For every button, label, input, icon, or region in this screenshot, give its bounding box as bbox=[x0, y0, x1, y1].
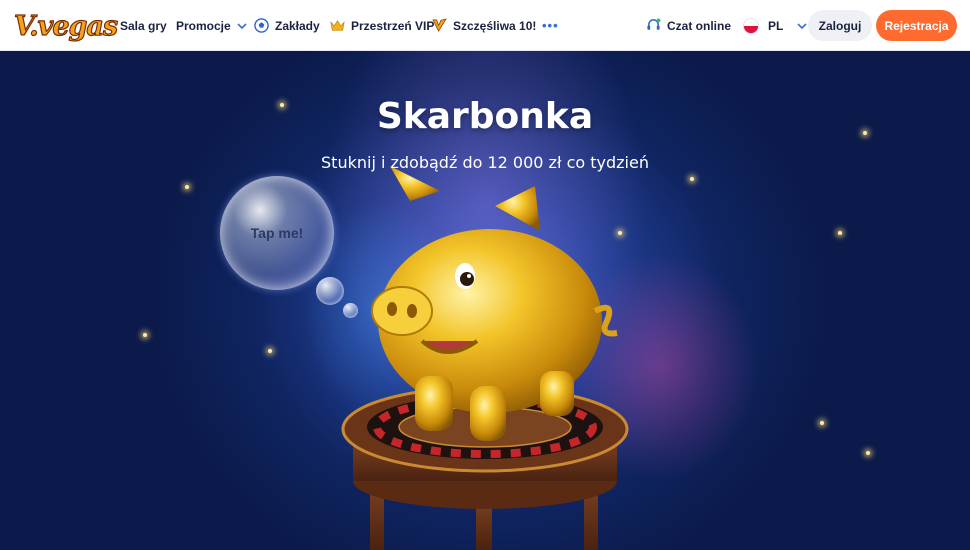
soccer-ball-icon bbox=[254, 18, 269, 33]
top-header: V.vegas Sala gry Promocje Zakłady Przest… bbox=[0, 0, 970, 51]
nav-sala-gry-label: Sala gry bbox=[120, 18, 167, 33]
nav-sala-gry[interactable]: Sala gry bbox=[120, 0, 167, 51]
language-selector[interactable]: PL bbox=[743, 0, 813, 51]
logo-text: V.vegas bbox=[13, 10, 118, 42]
hero-banner: Skarbonka Stuknij i zdobądź do 12 000 zł… bbox=[0, 51, 970, 550]
sparkle-icon bbox=[866, 451, 870, 455]
language-code: PL bbox=[768, 18, 784, 33]
tap-me-label: Tap me! bbox=[250, 225, 304, 241]
small-bubble bbox=[343, 303, 358, 318]
poland-flag-icon bbox=[743, 17, 759, 34]
headset-icon bbox=[647, 18, 661, 30]
more-menu-button[interactable]: ••• bbox=[542, 0, 559, 51]
chat-online-button[interactable]: Czat online bbox=[646, 0, 731, 51]
register-button[interactable]: Rejestracja bbox=[876, 10, 957, 41]
chat-online-label: Czat online bbox=[667, 18, 732, 33]
nav-szczesliwa[interactable]: Szczęśliwa 10! bbox=[432, 0, 536, 51]
sparkle-icon bbox=[268, 349, 272, 353]
piggy-bank-illustration[interactable] bbox=[330, 161, 650, 550]
nav-zaklady-label: Zakłady bbox=[275, 18, 320, 33]
nav-szczesliwa-label: Szczęśliwa 10! bbox=[453, 18, 537, 33]
chevron-down-icon bbox=[797, 22, 807, 29]
small-bubble bbox=[316, 277, 344, 305]
login-button[interactable]: Zaloguj bbox=[808, 10, 872, 41]
sparkle-icon bbox=[838, 231, 842, 235]
nav-vip[interactable]: Przestrzeń VIP bbox=[330, 0, 434, 51]
sparkle-icon bbox=[143, 333, 147, 337]
crown-icon bbox=[330, 20, 345, 31]
nav-vip-label: Przestrzeń VIP bbox=[351, 18, 435, 33]
sparkle-icon bbox=[690, 177, 694, 181]
vvegas-logo[interactable]: V.vegas bbox=[13, 8, 118, 44]
nav-promocje-label: Promocje bbox=[176, 18, 231, 33]
hero-title: Skarbonka bbox=[376, 96, 594, 137]
nav-promocje[interactable]: Promocje bbox=[176, 0, 253, 51]
tap-me-bubble[interactable]: Tap me! bbox=[220, 176, 334, 290]
v-logo-icon bbox=[432, 18, 447, 32]
nav-zaklady[interactable]: Zakłady bbox=[254, 0, 320, 51]
chevron-down-icon bbox=[237, 22, 247, 29]
sparkle-icon bbox=[185, 185, 189, 189]
sparkle-icon bbox=[820, 421, 824, 425]
more-dots-icon: ••• bbox=[542, 18, 559, 33]
hero-subtitle: Stuknij i zdobądź do 12 000 zł co tydzie… bbox=[321, 153, 649, 172]
